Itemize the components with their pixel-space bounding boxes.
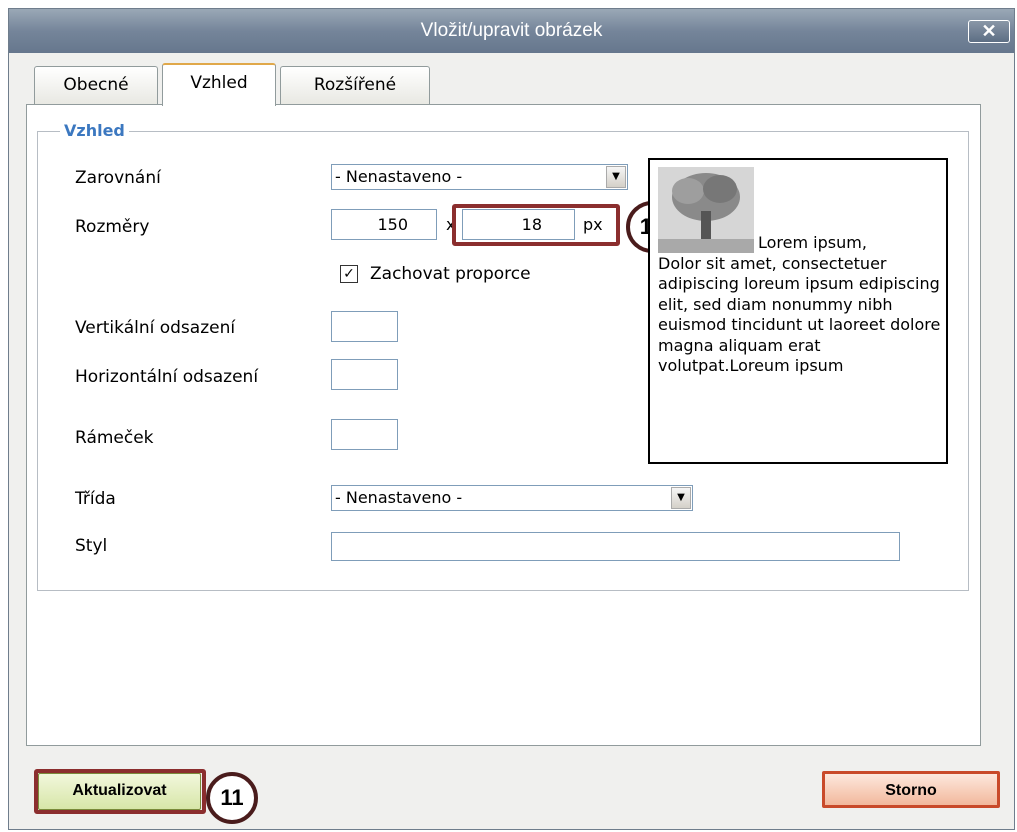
keep-proportions-checkbox[interactable]: ✓ [340,265,358,283]
class-select-value: - Nenastaveno - [335,488,463,507]
chevron-down-icon[interactable]: ▼ [671,487,691,509]
align-label: Zarovnání [75,168,161,188]
vspace-label: Vertikální odsazení [75,318,236,338]
tab-advanced[interactable]: Rozšířené [280,66,430,105]
align-select-value: - Nenastaveno - [335,167,463,186]
close-icon[interactable]: ✕ [968,20,1010,43]
width-input[interactable]: 150 [331,209,437,240]
tree-image-icon [658,167,754,253]
chevron-down-icon[interactable]: ▼ [606,166,626,188]
vspace-input[interactable] [331,311,398,342]
title-bar[interactable]: Vložit/upravit obrázek ✕ [9,9,1014,53]
preview-text: Dolor sit amet, consectetuer adipiscing … [658,253,941,376]
preview-first-line: Lorem ipsum, [758,233,867,252]
update-highlight [34,769,206,814]
align-select[interactable]: - Nenastaveno - ▼ [331,164,628,190]
height-highlight [452,204,620,246]
cancel-button[interactable]: Storno [822,771,1000,808]
class-select[interactable]: - Nenastaveno - ▼ [331,485,693,511]
border-label: Rámeček [75,428,154,448]
tab-general[interactable]: Obecné [34,66,158,105]
keep-proportions-label: Zachovat proporce [370,264,531,284]
class-label: Třída [75,489,116,509]
hspace-label: Horizontální odsazení [75,367,259,387]
dimensions-label: Rozměry [75,217,150,237]
alignment-preview: Lorem ipsum, Dolor sit amet, consectetue… [648,158,948,464]
callout-11: 11 [206,772,258,824]
style-input[interactable] [331,532,900,561]
dialog-title: Vložit/upravit obrázek [420,20,603,41]
hspace-input[interactable] [331,359,398,390]
border-input[interactable] [331,419,398,450]
fieldset-legend: Vzhled [60,121,129,141]
tab-appearance[interactable]: Vzhled [162,63,276,106]
style-label: Styl [75,536,108,556]
